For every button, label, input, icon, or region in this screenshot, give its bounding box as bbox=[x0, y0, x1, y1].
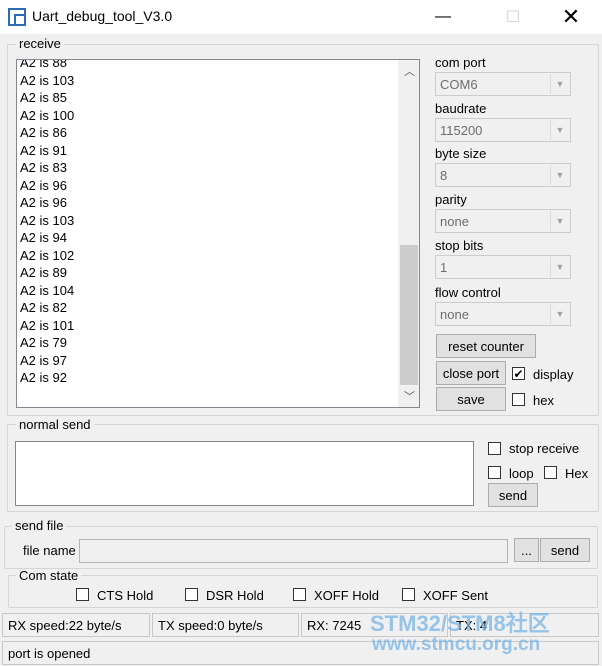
chevron-down-icon[interactable]: ▼ bbox=[550, 165, 569, 185]
send-button[interactable]: send bbox=[488, 483, 538, 507]
receive-line: A2 is 104 bbox=[20, 282, 75, 298]
reset-counter-button[interactable]: reset counter bbox=[436, 334, 536, 358]
receive-line: A2 is 103 bbox=[20, 72, 75, 88]
receive-scrollbar[interactable]: ︿ ﹀ bbox=[398, 60, 419, 407]
scroll-thumb[interactable] bbox=[400, 245, 418, 385]
stop-bits-label: stop bits bbox=[435, 238, 484, 253]
display-label: display bbox=[533, 367, 574, 382]
receive-line: A2 is 103 bbox=[20, 212, 75, 228]
hex-display-label: hex bbox=[533, 393, 554, 408]
com-port-select[interactable]: COM6 ▼ bbox=[435, 72, 571, 96]
file-name-label: file name bbox=[23, 543, 76, 558]
xoff-hold-checkbox[interactable] bbox=[293, 588, 306, 601]
tx-speed-status: TX speed:0 byte/s bbox=[152, 613, 299, 637]
dsr-hold-label: DSR Hold bbox=[206, 588, 264, 603]
cts-hold-checkbox[interactable] bbox=[76, 588, 89, 601]
receive-lines: A2 is 88 A2 is 103 A2 is 85 A2 is 100 A2 is … bbox=[20, 59, 75, 387]
file-name-input[interactable] bbox=[79, 539, 508, 563]
byte-size-select[interactable]: 8 ▼ bbox=[435, 163, 571, 187]
save-button[interactable]: save bbox=[436, 387, 506, 411]
flow-control-select[interactable]: none ▼ bbox=[435, 302, 571, 326]
receive-line: A2 is 96 bbox=[20, 195, 67, 210]
receive-line: A2 is 102 bbox=[20, 247, 75, 263]
maximize-button[interactable]: ☐ bbox=[490, 0, 536, 34]
send-file-label: send file bbox=[12, 519, 67, 533]
receive-line: A2 is 96 bbox=[20, 177, 67, 193]
flow-control-label: flow control bbox=[435, 285, 501, 300]
dsr-hold-checkbox[interactable] bbox=[185, 588, 198, 601]
scroll-up-icon[interactable]: ︿ bbox=[399, 60, 419, 82]
receive-line: A2 is 83 bbox=[20, 160, 67, 175]
receive-line: A2 is 101 bbox=[20, 317, 75, 333]
receive-line: A2 is 85 bbox=[20, 90, 67, 105]
parity-select[interactable]: none ▼ bbox=[435, 209, 571, 233]
receive-line: A2 is 100 bbox=[20, 107, 75, 123]
receive-line: A2 is 91 bbox=[20, 142, 67, 158]
chevron-down-icon[interactable]: ▼ bbox=[550, 257, 569, 277]
receive-textarea[interactable]: A2 is 88 A2 is 103 A2 is 85 A2 is 100 A2 is … bbox=[16, 59, 420, 408]
stop-receive-checkbox[interactable] bbox=[488, 442, 501, 455]
normal-send-label: normal send bbox=[16, 418, 94, 432]
display-checkbox[interactable]: ✔ bbox=[512, 367, 525, 380]
close-button[interactable]: ✕ bbox=[548, 0, 594, 34]
receive-line: A2 is 92 bbox=[20, 370, 67, 385]
chevron-down-icon[interactable]: ▼ bbox=[550, 304, 569, 324]
hex-display-checkbox[interactable] bbox=[512, 393, 525, 406]
receive-line: A2 is 79 bbox=[20, 335, 67, 350]
receive-line: A2 is 97 bbox=[20, 352, 67, 368]
chevron-down-icon[interactable]: ▼ bbox=[550, 211, 569, 231]
flow-control-value: none bbox=[440, 307, 469, 322]
xoff-sent-label: XOFF Sent bbox=[423, 588, 489, 603]
scroll-down-icon[interactable]: ﹀ bbox=[399, 385, 419, 407]
window-title: Uart_debug_tool_V3.0 bbox=[32, 8, 173, 24]
chevron-down-icon[interactable]: ▼ bbox=[550, 120, 569, 140]
stop-receive-label: stop receive bbox=[509, 441, 580, 456]
com-port-label: com port bbox=[435, 55, 486, 70]
parity-label: parity bbox=[435, 192, 467, 207]
xoff-hold-label: XOFF Hold bbox=[314, 588, 380, 603]
rx-speed-status: RX speed:22 byte/s bbox=[2, 613, 150, 637]
chevron-down-icon[interactable]: ▼ bbox=[550, 74, 569, 94]
close-port-button[interactable]: close port bbox=[436, 361, 506, 385]
com-port-value: COM6 bbox=[440, 77, 478, 92]
receive-line: A2 is 89 bbox=[20, 265, 67, 280]
send-input[interactable] bbox=[15, 441, 474, 506]
receive-group-label: receive bbox=[16, 37, 64, 51]
watermark-url: www.stmcu.org.cn bbox=[372, 634, 541, 655]
receive-line: A2 is 86 bbox=[20, 125, 67, 140]
loop-label: loop bbox=[509, 466, 534, 481]
send-file-button[interactable]: send bbox=[540, 538, 590, 562]
byte-size-label: byte size bbox=[435, 146, 487, 161]
browse-button[interactable]: ... bbox=[514, 538, 539, 562]
xoff-sent-checkbox[interactable] bbox=[402, 588, 415, 601]
baudrate-value: 115200 bbox=[440, 123, 483, 138]
com-state-label: Com state bbox=[16, 569, 82, 583]
minimize-button[interactable]: — bbox=[420, 0, 466, 34]
hex-send-label: Hex bbox=[565, 466, 589, 481]
byte-size-value: 8 bbox=[440, 168, 448, 183]
receive-line: A2 is 82 bbox=[20, 300, 67, 315]
stop-bits-value: 1 bbox=[440, 260, 448, 275]
cts-hold-label: CTS Hold bbox=[97, 588, 154, 603]
receive-line: A2 is 94 bbox=[20, 230, 67, 245]
parity-value: none bbox=[440, 214, 469, 229]
title-bar: Uart_debug_tool_V3.0 — ☐ ✕ bbox=[0, 0, 602, 34]
hex-send-checkbox[interactable] bbox=[544, 466, 557, 479]
loop-checkbox[interactable] bbox=[488, 466, 501, 479]
app-icon bbox=[8, 8, 26, 26]
checkmark-icon: ✔ bbox=[513, 366, 524, 381]
stop-bits-select[interactable]: 1 ▼ bbox=[435, 255, 571, 279]
receive-line: A2 is 88 bbox=[20, 59, 67, 70]
baudrate-select[interactable]: 115200 ▼ bbox=[435, 118, 571, 142]
baudrate-label: baudrate bbox=[435, 101, 487, 116]
